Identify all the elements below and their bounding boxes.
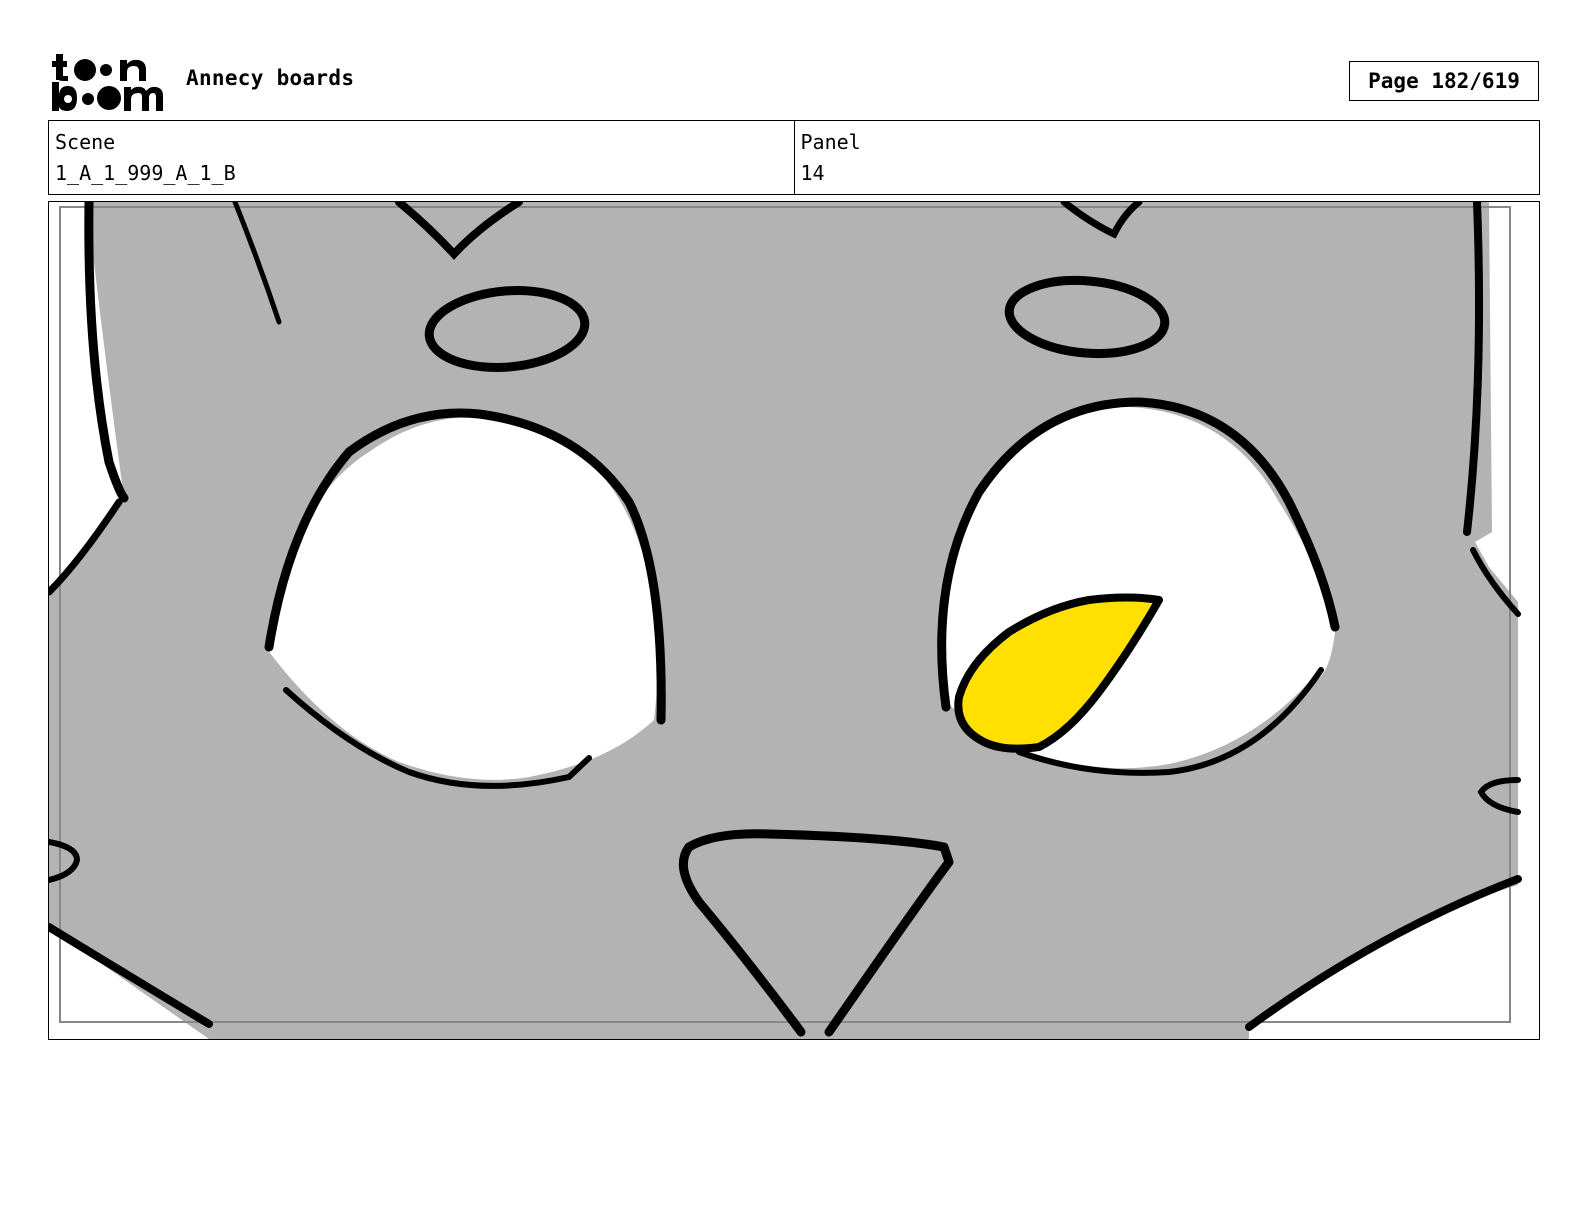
scene-cell: Scene 1_A_1_999_A_1_B	[49, 121, 794, 194]
page-indicator-label: Page 182/619	[1368, 69, 1520, 93]
page-indicator: Page 182/619	[1349, 61, 1539, 101]
scene-value: 1_A_1_999_A_1_B	[55, 161, 236, 185]
toon-boom-logo	[52, 54, 163, 111]
scene-label: Scene	[55, 130, 116, 154]
storyboard-drawing	[49, 202, 1522, 1039]
panel-value: 14	[800, 161, 825, 185]
scene-panel-info: Scene 1_A_1_999_A_1_B Panel 14	[48, 120, 1540, 195]
panel-cell: Panel 14	[793, 121, 1540, 194]
board-title: Annecy boards	[186, 66, 355, 90]
panel-label: Panel	[800, 130, 861, 154]
storyboard-panel	[48, 201, 1540, 1040]
